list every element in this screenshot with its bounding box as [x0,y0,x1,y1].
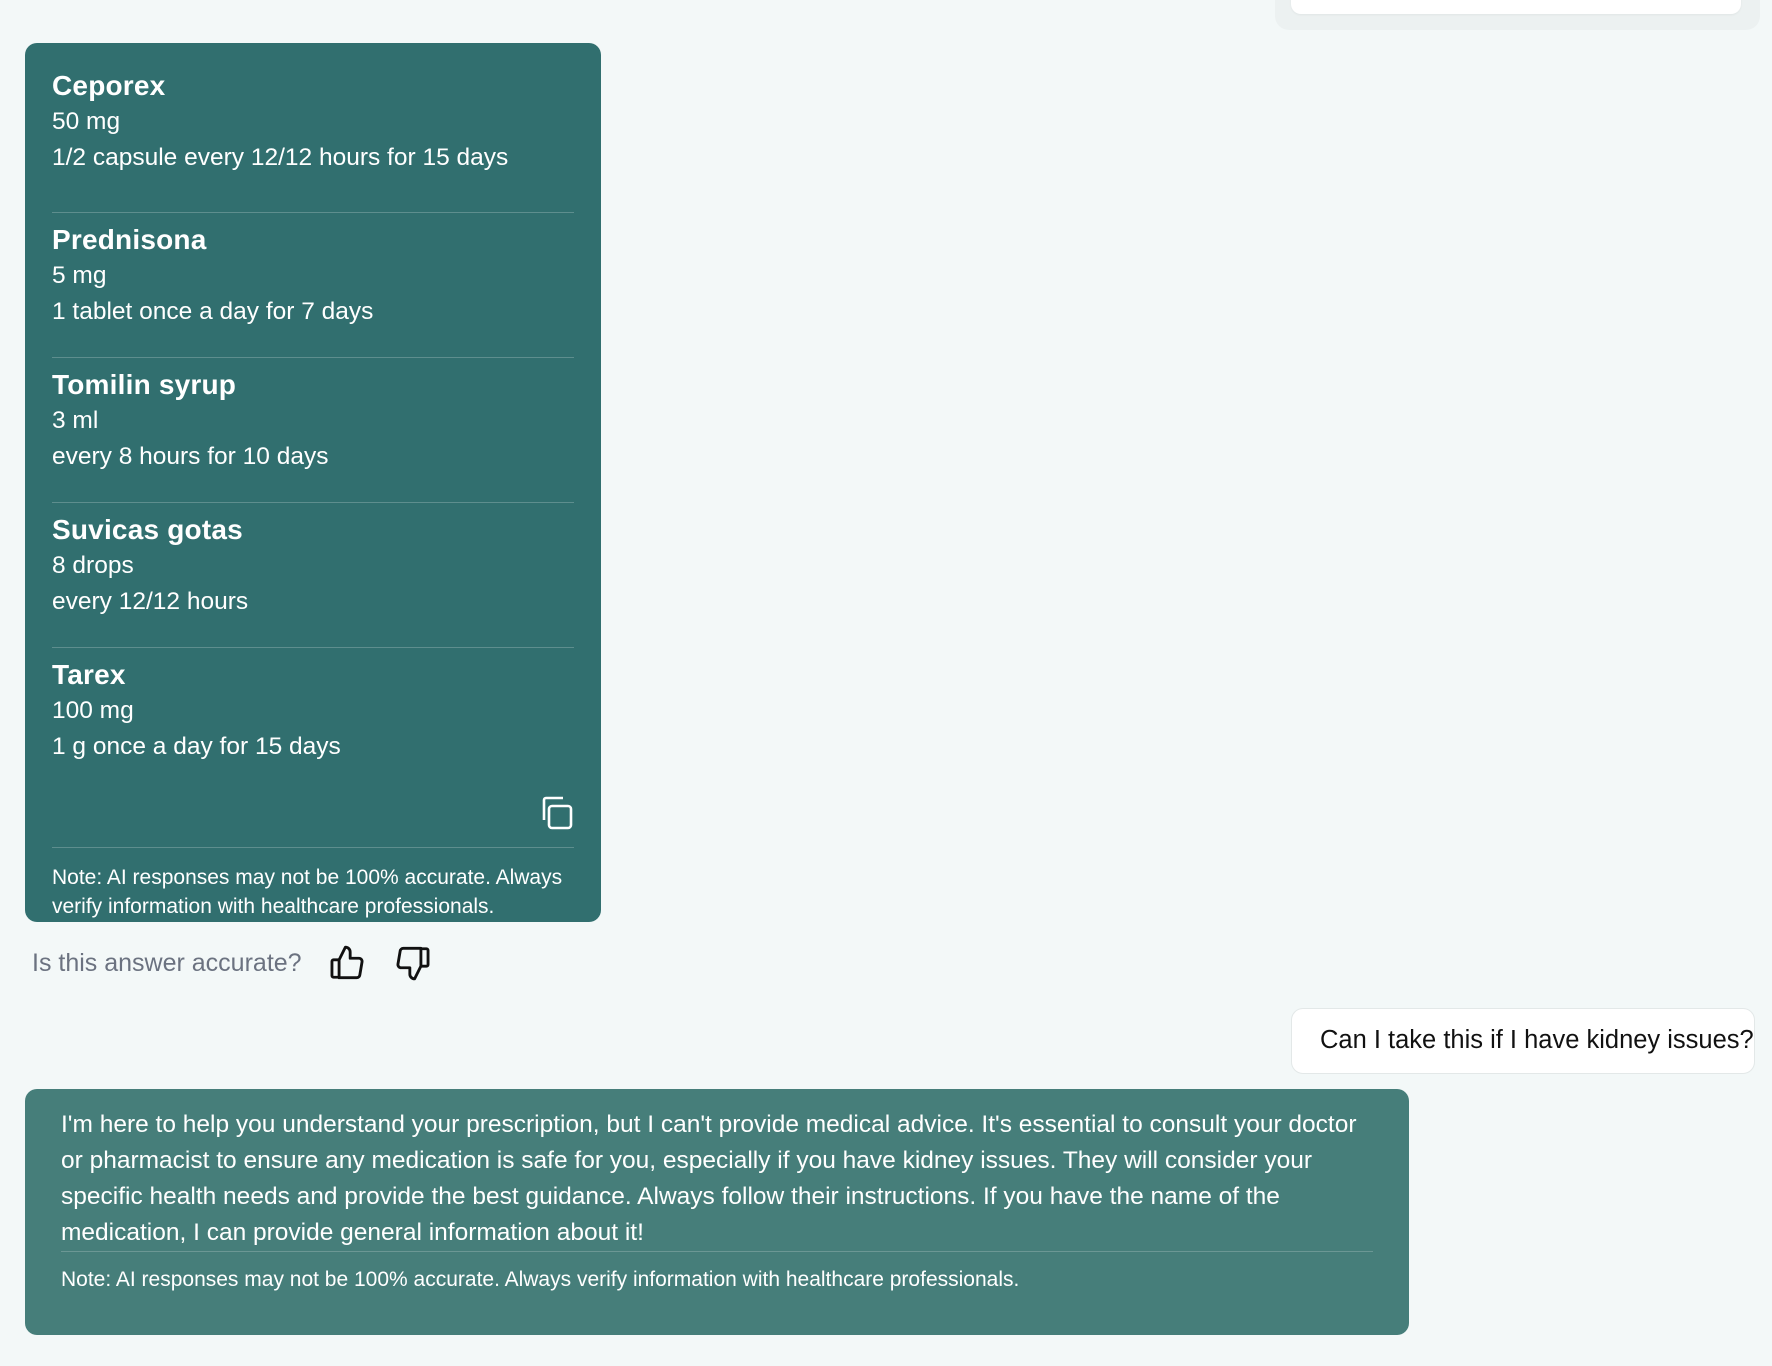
medication-item: Suvicas gotas 8 drops every 12/12 hours [52,503,574,648]
medication-frequency: 1 tablet once a day for 7 days [52,298,374,325]
medication-dose: 3 ml [52,407,99,434]
medication-item: Ceporex 50 mg 1/2 capsule every 12/12 ho… [52,68,574,213]
medication-item: Tomilin syrup 3 ml every 8 hours for 10 … [52,358,574,503]
assistant-reply-text: I'm here to help you understand your pre… [61,1107,1373,1252]
medication-name: Prednisona [52,224,207,255]
medication-dose: 50 mg [52,108,121,135]
medication-frequency: every 12/12 hours [52,588,249,615]
medication-frequency: every 8 hours for 10 days [52,443,329,470]
disclaimer-note: Note: AI responses may not be 100% accur… [52,866,563,918]
copy-icon[interactable] [538,795,574,831]
feedback-bar: Is this answer accurate? [32,942,432,984]
medication-dose: 8 drops [52,552,134,579]
medication-name: Tarex [52,659,126,690]
thumbs-up-icon[interactable] [328,944,366,982]
medication-name: Ceporex [52,70,166,101]
assistant-reply-card: I'm here to help you understand your pre… [25,1089,1409,1335]
medication-dose: 5 mg [52,262,107,289]
medication-item: Tarex 100 mg 1 g once a day for 15 days [52,648,574,848]
previous-message-container [1275,0,1760,30]
feedback-question: Is this answer accurate? [32,948,302,977]
medication-item: Prednisona 5 mg 1 tablet once a day for … [52,213,574,358]
user-message-bubble: Can I take this if I have kidney issues? [1291,1008,1755,1074]
user-message-text: Can I take this if I have kidney issues? [1320,1026,1754,1054]
medication-name: Suvicas gotas [52,514,243,545]
medication-dose: 100 mg [52,697,134,724]
medication-frequency: 1/2 capsule every 12/12 hours for 15 day… [52,144,509,171]
medication-name: Tomilin syrup [52,369,237,400]
previous-message-bubble [1291,0,1741,14]
disclaimer-note: Note: AI responses may not be 100% accur… [61,1268,1020,1291]
thumbs-down-icon[interactable] [394,944,432,982]
medication-frequency: 1 g once a day for 15 days [52,733,341,760]
prescription-card: Ceporex 50 mg 1/2 capsule every 12/12 ho… [25,43,601,922]
